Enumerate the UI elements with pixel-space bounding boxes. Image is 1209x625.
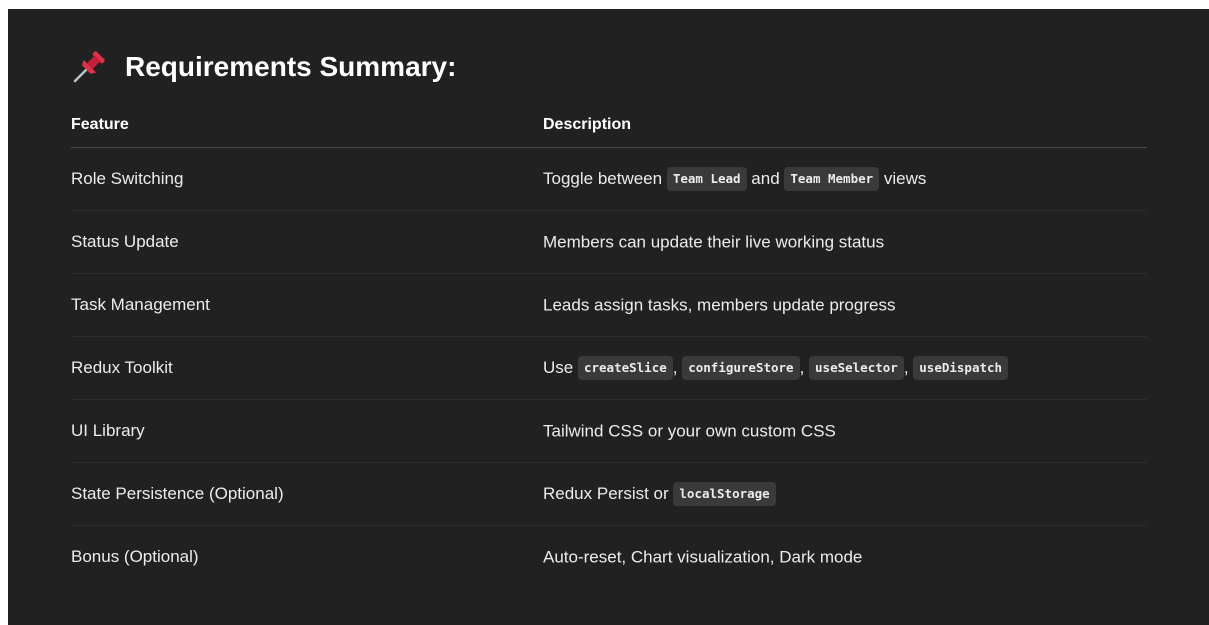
feature-cell: Redux Toolkit: [71, 336, 543, 400]
table-row: Bonus (Optional) Auto-reset, Chart visual…: [71, 526, 1147, 589]
description-text: ,: [672, 358, 683, 377]
description-text: Redux Persist or: [543, 484, 674, 503]
table-row: State Persistence (Optional) Redux Persis…: [71, 462, 1147, 526]
feature-cell: State Persistence (Optional): [71, 462, 543, 526]
inline-code: localStorage: [673, 482, 776, 506]
description-text: Auto-reset, Chart visualization, Dark mo…: [543, 547, 863, 567]
inline-code: useDispatch: [913, 356, 1009, 380]
description-text: Tailwind CSS or your own custom CSS: [543, 421, 836, 441]
description-text: and: [746, 169, 785, 188]
description-text: Leads assign tasks, members update progr…: [543, 295, 896, 315]
column-header-feature: Feature: [71, 114, 543, 148]
document-content: Requirements Summary: Feature Descriptio…: [71, 46, 1147, 588]
table-body: Role Switching Toggle between Team Lead a…: [71, 147, 1147, 589]
description-text: ,: [799, 358, 810, 377]
description-cell: Use createSlice, configureStore, useSele…: [543, 336, 1147, 400]
table-row: Status Update Members can update their li…: [71, 210, 1147, 274]
description-cell: Redux Persist or localStorage: [543, 462, 1147, 526]
inline-code: createSlice: [577, 356, 673, 380]
description-cell: Toggle between Team Lead and Team Member…: [543, 147, 1147, 211]
feature-cell: Status Update: [71, 210, 543, 274]
description-text: Members can update their live working st…: [543, 232, 885, 252]
feature-cell: Task Management: [71, 273, 543, 337]
description-text: Use: [543, 358, 578, 377]
description-cell: Tailwind CSS or your own custom CSS: [543, 399, 1147, 463]
section-title: Requirements Summary:: [125, 51, 457, 82]
table-row: UI Library Tailwind CSS or your own custo…: [71, 399, 1147, 463]
inline-code: Team Member: [784, 167, 880, 191]
description-cell: Members can update their live working st…: [543, 210, 1147, 274]
table-row: Task Management Leads assign tasks, membe…: [71, 273, 1147, 337]
feature-cell: Bonus (Optional): [71, 547, 199, 566]
section-heading: Requirements Summary:: [71, 46, 1147, 88]
column-header-description: Description: [543, 114, 1147, 148]
feature-cell: Role Switching: [71, 147, 543, 211]
document-panel: Requirements Summary: Feature Descriptio…: [8, 9, 1209, 625]
description-text: ,: [903, 358, 914, 377]
description-cell: Auto-reset, Chart visualization, Dark mo…: [543, 526, 1147, 589]
inline-code: configureStore: [682, 356, 800, 380]
inline-code: Team Lead: [666, 167, 747, 191]
feature-cell: UI Library: [71, 399, 543, 463]
description-text: views: [879, 169, 927, 188]
pushpin-icon: [71, 49, 107, 85]
inline-code: useSelector: [809, 356, 904, 380]
requirements-table: Feature Description Role Switching Toggle…: [71, 114, 1147, 588]
table-row: Redux Toolkit Use createSlice, configureS…: [71, 336, 1147, 400]
table-row: Role Switching Toggle between Team Lead a…: [71, 147, 1147, 211]
description-text: Toggle between: [543, 169, 667, 188]
description-cell: Leads assign tasks, members update progr…: [543, 273, 1147, 337]
table-header-row: Feature Description: [71, 114, 1147, 148]
